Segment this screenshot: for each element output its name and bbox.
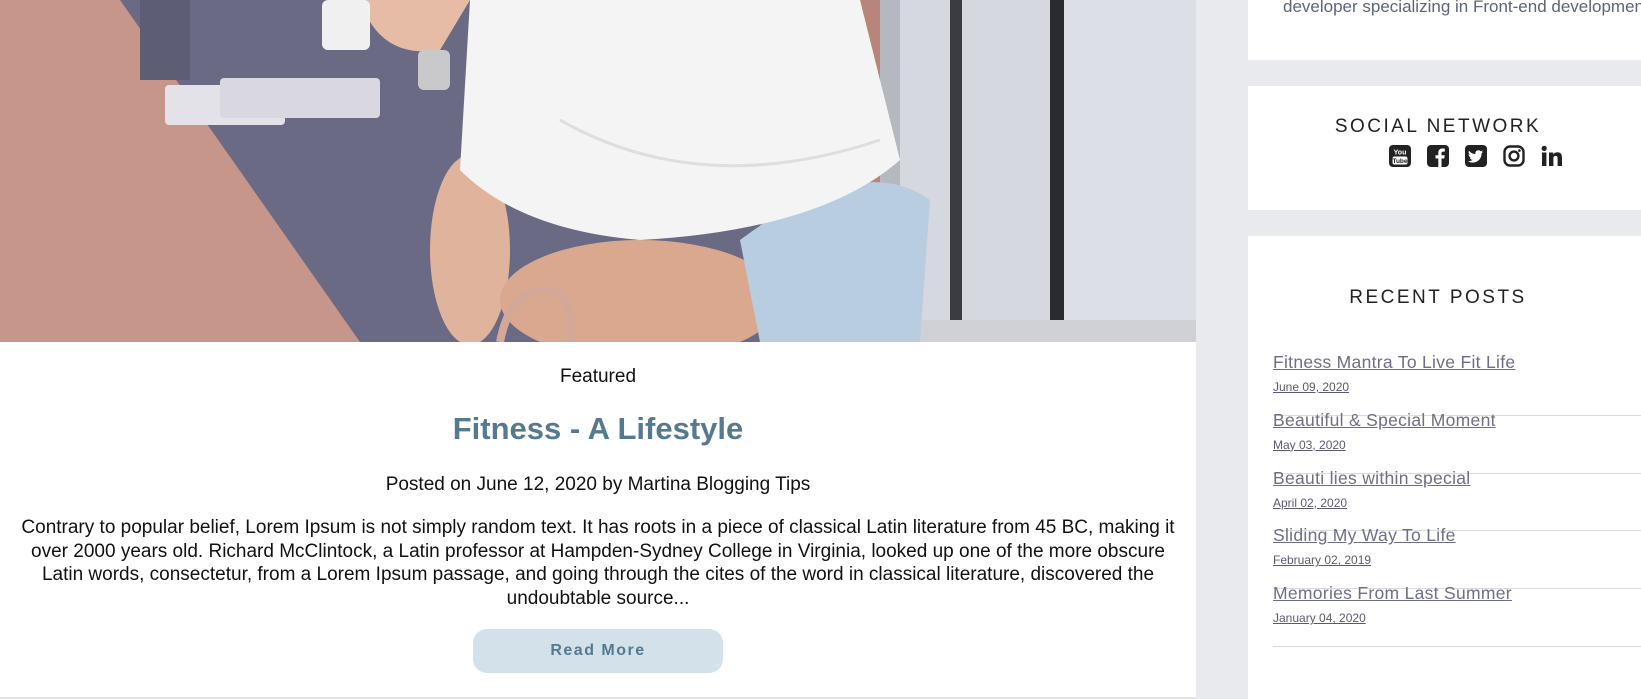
read-more-button[interactable]: Read More <box>473 629 723 673</box>
recent-post-date[interactable]: June 09, 2020 <box>1273 380 1349 394</box>
youtube-icon[interactable]: You Tube <box>1388 144 1412 168</box>
facebook-icon[interactable] <box>1426 144 1450 168</box>
featured-post-image[interactable] <box>0 0 1196 342</box>
post-excerpt: Contrary to popular belief, Lorem Ipsum … <box>21 517 1175 609</box>
list-item: Fitness Mantra To Live Fit Life June 09,… <box>1273 352 1641 416</box>
recent-posts-widget: RECENT POSTS Fitness Mantra To Live Fit … <box>1248 236 1641 699</box>
recent-post-link[interactable]: Fitness Mantra To Live Fit Life <box>1273 352 1515 373</box>
list-item: Sliding My Way To Life February 02, 2019 <box>1273 525 1641 590</box>
main-content: Featured Fitness - A Lifestyle Posted on… <box>0 0 1196 699</box>
about-text: developer specializing in Front-end deve… <box>1283 0 1641 16</box>
linkedin-icon[interactable] <box>1540 144 1564 168</box>
list-item: Beautiful & Special Moment May 03, 2020 <box>1273 410 1641 474</box>
post-meta: Posted on June 12, 2020 by Martina Blogg… <box>385 474 811 495</box>
social-network-heading: SOCIAL NETWORK <box>1334 116 1542 137</box>
svg-text:Tube: Tube <box>1392 158 1407 165</box>
recent-post-date[interactable]: February 02, 2019 <box>1273 553 1371 567</box>
social-icons: You Tube <box>1388 144 1564 168</box>
recent-post-date[interactable]: April 02, 2020 <box>1273 496 1347 510</box>
instagram-icon[interactable] <box>1502 144 1526 168</box>
recent-post-link[interactable]: Beautiful & Special Moment <box>1273 410 1496 431</box>
recent-post-date[interactable]: January 04, 2020 <box>1273 611 1366 625</box>
social-network-widget: SOCIAL NETWORK You Tube <box>1248 86 1641 210</box>
recent-posts-heading: RECENT POSTS <box>1349 287 1527 308</box>
list-item: Memories From Last Summer January 04, 20… <box>1273 583 1641 647</box>
twitter-icon[interactable] <box>1464 144 1488 168</box>
svg-text:You: You <box>1394 150 1407 157</box>
post-category[interactable]: Featured <box>0 366 1196 388</box>
recent-post-link[interactable]: Beauti lies within special <box>1273 468 1470 489</box>
recent-posts-list: Fitness Mantra To Live Fit Life June 09,… <box>1273 352 1641 647</box>
recent-post-link[interactable]: Sliding My Way To Life <box>1273 525 1456 546</box>
about-widget: developer specializing in Front-end deve… <box>1248 0 1641 60</box>
recent-post-link[interactable]: Memories From Last Summer <box>1273 583 1512 604</box>
recent-post-date[interactable]: May 03, 2020 <box>1273 438 1346 452</box>
list-item: Beauti lies within special April 02, 202… <box>1273 468 1641 532</box>
post-title[interactable]: Fitness - A Lifestyle <box>0 411 1196 447</box>
